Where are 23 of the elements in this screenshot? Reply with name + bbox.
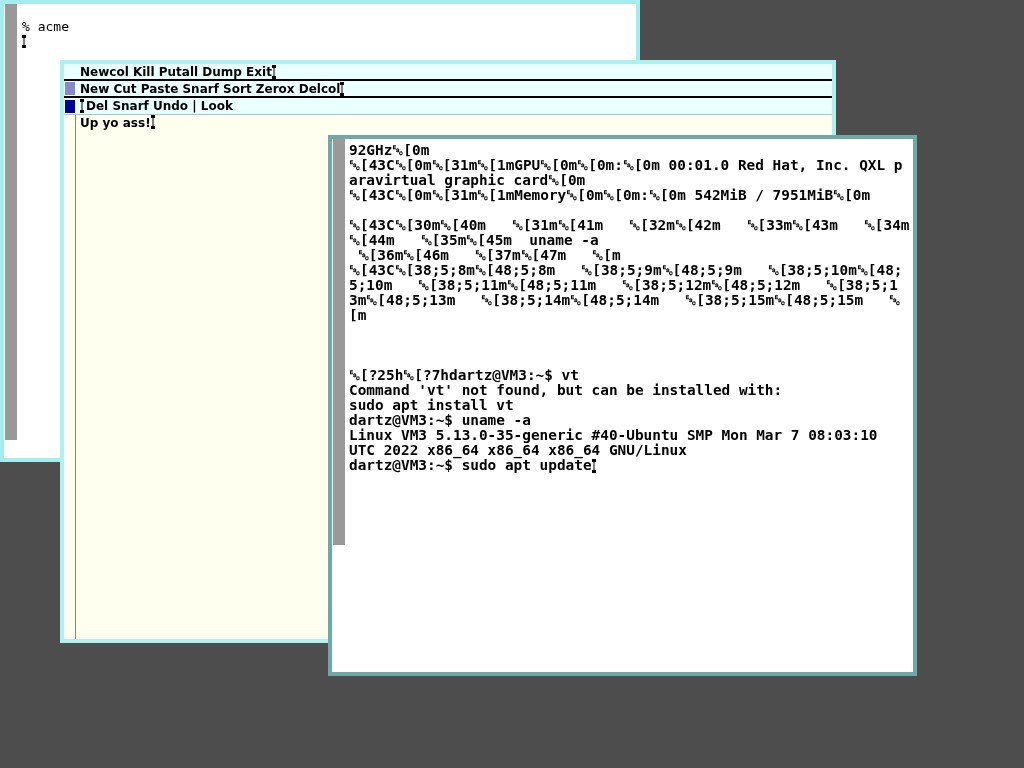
terminal-line: 5;10m ␛[38;5;11m␛[48;5;11m ␛[38;5;12m␛[48;5;12m ␛[38;5;1 — [349, 278, 898, 293]
terminal-line: Linux VM3 5.13.0-35-generic #40-Ubuntu SMP Mon Mar 7 08:03:10 — [349, 428, 878, 443]
terminal-line: [m — [349, 308, 367, 323]
terminal-line: UTC 2022 x86_64 x86_64 x86_64 GNU/Linux — [349, 443, 687, 458]
terminal-line: ␛[43C␛[0m␛[31m␛[1mMemory␛[0m␛[0m:␛[0m 542MiB / 7951MiB␛[0m — [349, 188, 871, 203]
terminal-line: ␛[43C␛[30m␛[40m ␛[31m␛[41m ␛[32m␛[42m ␛[33m␛[43m ␛[34m — [349, 218, 910, 233]
terminal-line: dartz@VM3:~$ sudo apt update — [349, 458, 592, 473]
terminal-line: 3m␛[48;5;13m ␛[38;5;14m␛[48;5;14m ␛[38;5;15m␛[48;5;15m ␛ — [349, 293, 901, 308]
terminal-line: Command 'vt' not found, but can be installed with: — [349, 383, 783, 398]
terminal-line: ␛[44m ␛[35m␛[45m uname -a — [349, 233, 599, 248]
terminal-line: ␛[36m␛[46m ␛[37m␛[47m ␛[m — [356, 248, 621, 263]
shell-line: % acme — [22, 19, 69, 35]
body-text: Up yo ass! — [80, 115, 151, 131]
terminal-line: dartz@VM3:~$ uname -a — [349, 413, 531, 428]
terminal-line: ␛[?25h␛[?7hdartz@VM3:~$ vt — [349, 368, 579, 383]
terminal-line: 92GHz␛[0m — [349, 143, 430, 158]
tag-commands: New Cut Paste Snarf Sort Zerox Delcol — [80, 80, 341, 97]
tag-commands: Del Snarf Undo | Look — [85, 98, 233, 114]
terminal-line: ␛[43C␛[0m␛[31m␛[1mGPU␛[0m␛[0m:␛[0m 00:01.0 Red Hat, Inc. QXL p — [349, 158, 903, 173]
terminal-line: ␛[43C␛[38;5;8m␛[48;5;8m ␛[38;5;9m␛[48;5;9m ␛[38;5;10m␛[48; — [349, 263, 903, 278]
tag-commands: Newcol Kill Putall Dump Exit — [80, 64, 272, 80]
terminal-line: sudo apt install vt — [349, 398, 514, 413]
terminal-line: aravirtual graphic card␛[0m — [349, 173, 586, 188]
